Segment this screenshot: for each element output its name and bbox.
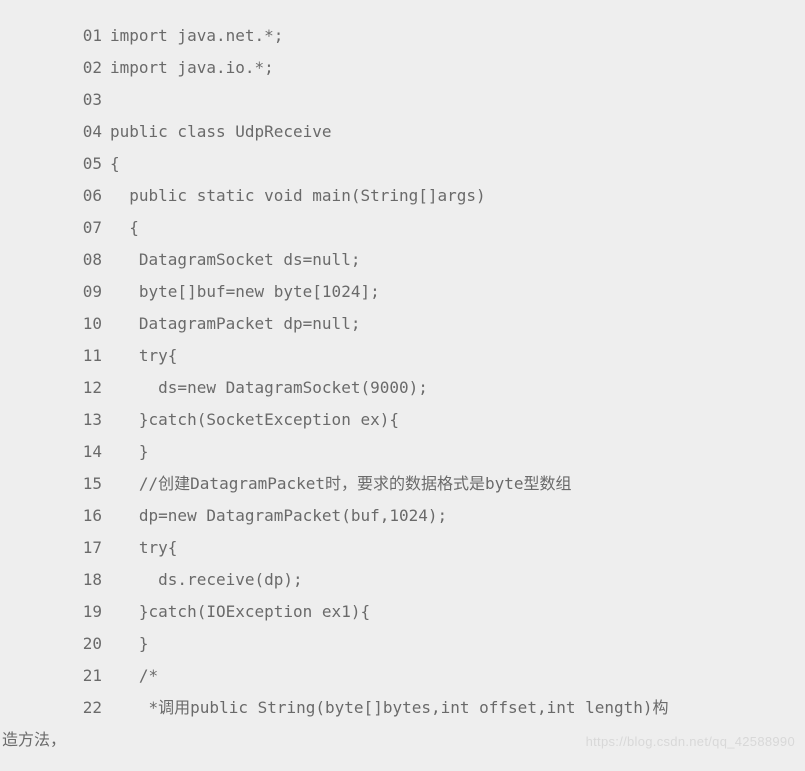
- line-number: 07: [0, 212, 110, 244]
- line-number: 01: [0, 20, 110, 52]
- line-content: ds.receive(dp);: [110, 564, 805, 596]
- line-content: dp=new DatagramPacket(buf,1024);: [110, 500, 805, 532]
- code-line: 14 }: [0, 436, 805, 468]
- line-number: 13: [0, 404, 110, 436]
- line-number: 03: [0, 84, 110, 116]
- line-content: }catch(IOException ex1){: [110, 596, 805, 628]
- line-content: import java.io.*;: [110, 52, 805, 84]
- code-line: 20 }: [0, 628, 805, 660]
- code-block: 01import java.net.*;02import java.io.*;0…: [0, 0, 805, 756]
- line-number: 04: [0, 116, 110, 148]
- watermark-text: https://blog.csdn.net/qq_42588990: [586, 734, 795, 749]
- code-line: 22 *调用public String(byte[]bytes,int offs…: [0, 692, 805, 724]
- line-number: 14: [0, 436, 110, 468]
- line-content: *调用public String(byte[]bytes,int offset,…: [110, 692, 805, 724]
- line-number: 02: [0, 52, 110, 84]
- line-number: 10: [0, 308, 110, 340]
- line-content: DatagramSocket ds=null;: [110, 244, 805, 276]
- line-number: 05: [0, 148, 110, 180]
- code-line: 06 public static void main(String[]args): [0, 180, 805, 212]
- line-content: public static void main(String[]args): [110, 180, 805, 212]
- code-line: 03: [0, 84, 805, 116]
- line-content: //创建DatagramPacket时，要求的数据格式是byte型数组: [110, 468, 805, 500]
- line-content: /*: [110, 660, 805, 692]
- code-line: 16 dp=new DatagramPacket(buf,1024);: [0, 500, 805, 532]
- line-content: import java.net.*;: [110, 20, 805, 52]
- line-number: 18: [0, 564, 110, 596]
- code-line: 02import java.io.*;: [0, 52, 805, 84]
- line-content: try{: [110, 340, 805, 372]
- line-number: 15: [0, 468, 110, 500]
- code-line: 15 //创建DatagramPacket时，要求的数据格式是byte型数组: [0, 468, 805, 500]
- line-number: 06: [0, 180, 110, 212]
- code-line: 19 }catch(IOException ex1){: [0, 596, 805, 628]
- line-content: byte[]buf=new byte[1024];: [110, 276, 805, 308]
- code-line: 09 byte[]buf=new byte[1024];: [0, 276, 805, 308]
- line-content: }: [110, 628, 805, 660]
- line-number: 16: [0, 500, 110, 532]
- line-number: 21: [0, 660, 110, 692]
- code-line: 12 ds=new DatagramSocket(9000);: [0, 372, 805, 404]
- line-number: 17: [0, 532, 110, 564]
- line-number: 22: [0, 692, 110, 724]
- line-content: [110, 84, 805, 116]
- code-line: 05{: [0, 148, 805, 180]
- line-content: {: [110, 212, 805, 244]
- code-line: 07 {: [0, 212, 805, 244]
- code-line: 01import java.net.*;: [0, 20, 805, 52]
- line-number: 12: [0, 372, 110, 404]
- line-number: 09: [0, 276, 110, 308]
- line-number: 19: [0, 596, 110, 628]
- code-line: 04public class UdpReceive: [0, 116, 805, 148]
- line-content: try{: [110, 532, 805, 564]
- line-content: }catch(SocketException ex){: [110, 404, 805, 436]
- code-line: 18 ds.receive(dp);: [0, 564, 805, 596]
- line-content: ds=new DatagramSocket(9000);: [110, 372, 805, 404]
- code-line: 11 try{: [0, 340, 805, 372]
- line-number: 11: [0, 340, 110, 372]
- line-content: }: [110, 436, 805, 468]
- code-line: 10 DatagramPacket dp=null;: [0, 308, 805, 340]
- line-number: 20: [0, 628, 110, 660]
- code-line: 17 try{: [0, 532, 805, 564]
- code-line: 21 /*: [0, 660, 805, 692]
- line-content: DatagramPacket dp=null;: [110, 308, 805, 340]
- line-content: public class UdpReceive: [110, 116, 805, 148]
- line-number: 08: [0, 244, 110, 276]
- code-line: 13 }catch(SocketException ex){: [0, 404, 805, 436]
- line-content: {: [110, 148, 805, 180]
- code-line: 08 DatagramSocket ds=null;: [0, 244, 805, 276]
